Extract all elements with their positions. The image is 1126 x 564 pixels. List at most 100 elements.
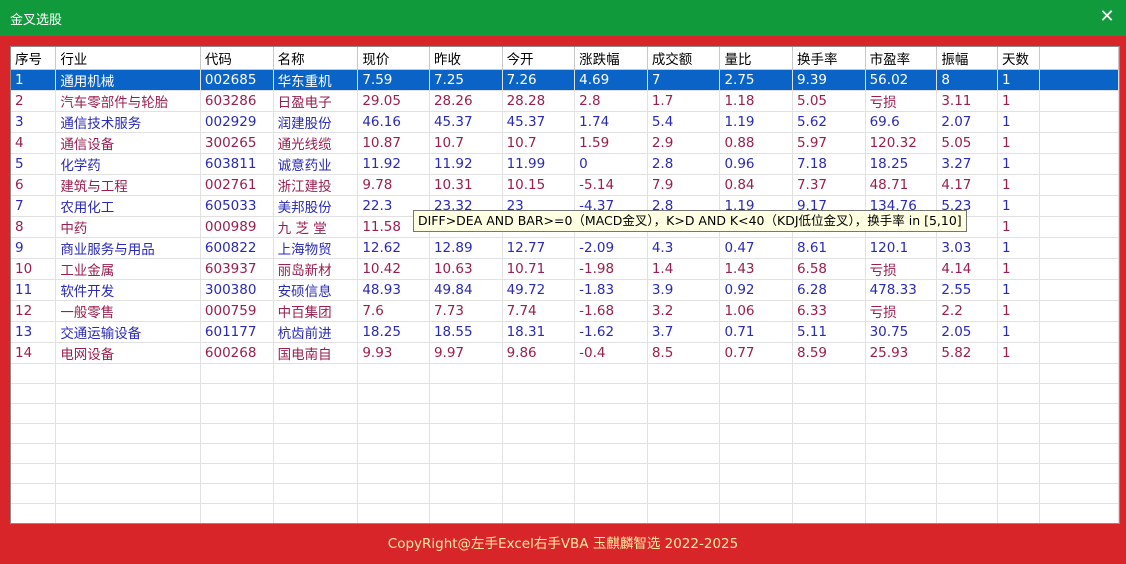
table-cell: -0.4: [574, 342, 648, 364]
table-cell: [719, 403, 793, 424]
table-cell: 2.75: [719, 69, 793, 91]
column-header[interactable]: 涨跌幅: [574, 47, 648, 70]
table-cell: [865, 383, 938, 404]
table-cell: [55, 363, 201, 384]
column-header[interactable]: 天数: [997, 47, 1040, 70]
table-row[interactable]: 10 工业金属 603937 丽岛新材 10.42 10.63 10.71 -1.98 1.4 1…: [11, 258, 1119, 280]
table-cell: [11, 443, 57, 464]
table-cell: 7: [647, 69, 721, 91]
table-cell: 48.93: [357, 279, 430, 301]
table-cell: [273, 503, 359, 523]
table-cell: [502, 503, 576, 523]
table-cell: 18.25: [357, 321, 430, 343]
table-cell: [997, 503, 1040, 523]
table-cell: 2.2: [936, 300, 998, 322]
column-header[interactable]: 换手率: [792, 47, 866, 70]
column-header[interactable]: 量比: [719, 47, 793, 70]
table-cell: 12.62: [357, 237, 430, 259]
table-cell: [200, 463, 274, 484]
column-header[interactable]: 昨收: [429, 47, 503, 70]
close-icon[interactable]: ✕: [1094, 4, 1120, 30]
table-row[interactable]: 12 一般零售 000759 中百集团 7.6 7.73 7.74 -1.68 3.2 1.06 6…: [11, 300, 1119, 322]
table-cell: [792, 363, 866, 384]
table-cell: [574, 383, 648, 404]
table-cell: [1039, 132, 1119, 154]
table-cell: [200, 443, 274, 464]
table-cell: 7.37: [792, 174, 866, 196]
column-header[interactable]: 现价: [357, 47, 430, 70]
table-cell: [1039, 503, 1119, 523]
table-cell: 002761: [200, 174, 274, 196]
table-row[interactable]: 2 汽车零部件与轮胎 603286 日盈电子 29.05 28.26 28.28 2.8 1.7…: [11, 90, 1119, 112]
table-cell: 1: [997, 342, 1040, 364]
table-cell: [792, 483, 866, 504]
column-header[interactable]: 今开: [502, 47, 576, 70]
table-cell: 7.59: [357, 69, 430, 91]
table-cell: 0.88: [719, 132, 793, 154]
table-cell: [273, 363, 359, 384]
column-header[interactable]: 序号: [11, 47, 57, 70]
table-cell: [997, 383, 1040, 404]
table-cell: [55, 483, 201, 504]
column-header[interactable]: 名称: [273, 47, 359, 70]
table-cell: 11.92: [429, 153, 503, 175]
column-header[interactable]: 振幅: [936, 47, 998, 70]
table-cell: 美邦股份: [273, 195, 359, 217]
table-cell: 4.3: [647, 237, 721, 259]
table-cell: [997, 403, 1040, 424]
table-cell: [55, 443, 201, 464]
table-cell: -1.98: [574, 258, 648, 280]
table-row[interactable]: 4 通信设备 300265 通光线缆 10.87 10.7 10.7 1.59 2.9 0.88 5…: [11, 132, 1119, 154]
empty-row: [11, 463, 1119, 484]
table-cell: [11, 423, 57, 444]
column-header[interactable]: 市盈率: [865, 47, 938, 70]
table-cell: 10.63: [429, 258, 503, 280]
table-cell: 600822: [200, 237, 274, 259]
window-title: 金叉选股: [10, 13, 63, 28]
table-cell: 10.7: [502, 132, 576, 154]
stock-grid[interactable]: 序号 行业 代码 名称 现价 昨收 今开 涨跌幅 成交额 量比 换手率 市盈率 振幅 天数 1 通用机械 00…: [10, 46, 1120, 524]
table-cell: [11, 483, 57, 504]
table-cell: [997, 483, 1040, 504]
table-cell: [429, 383, 503, 404]
table-row[interactable]: 13 交通运输设备 601177 杭齿前进 18.25 18.55 18.31 -1.62 3.…: [11, 321, 1119, 343]
table-cell: [357, 363, 430, 384]
table-cell: [647, 383, 721, 404]
table-cell: 28.26: [429, 90, 503, 112]
table-row[interactable]: 5 化学药 603811 诚意药业 11.92 11.92 11.99 0 2.8 0.96 7.1…: [11, 153, 1119, 175]
column-header[interactable]: 成交额: [647, 47, 721, 70]
column-header[interactable]: 代码: [200, 47, 274, 70]
table-row[interactable]: 6 建筑与工程 002761 浙江建投 9.78 10.31 10.15 -5.14 7.9 0.…: [11, 174, 1119, 196]
table-cell: 一般零售: [55, 300, 201, 322]
table-cell: 5.62: [792, 111, 866, 133]
table-cell: 中百集团: [273, 300, 359, 322]
table-cell: [574, 443, 648, 464]
table-cell: [11, 363, 57, 384]
table-cell: 通信技术服务: [55, 111, 201, 133]
table-cell: 杭齿前进: [273, 321, 359, 343]
table-cell: [502, 383, 576, 404]
table-cell: 7: [11, 195, 57, 217]
table-cell: 478.33: [865, 279, 938, 301]
column-header[interactable]: 行业: [55, 47, 201, 70]
table-cell: 10: [11, 258, 57, 280]
table-row[interactable]: 9 商业服务与用品 600822 上海物贸 12.62 12.89 12.77 -2.09 4.…: [11, 237, 1119, 259]
table-cell: 2.07: [936, 111, 998, 133]
table-cell: 49.72: [502, 279, 576, 301]
table-cell: 商业服务与用品: [55, 237, 201, 259]
table-cell: [273, 443, 359, 464]
table-row[interactable]: 1 通用机械 002685 华东重机 7.59 7.25 7.26 4.69 7 2.75 9.39…: [11, 69, 1119, 91]
table-row[interactable]: 3 通信技术服务 002929 润建股份 46.16 45.37 45.37 1.74 5.4 1…: [11, 111, 1119, 133]
table-cell: 603811: [200, 153, 274, 175]
table-cell: 国电南自: [273, 342, 359, 364]
table-cell: [1039, 423, 1119, 444]
table-cell: -1.68: [574, 300, 648, 322]
table-cell: 9.78: [357, 174, 430, 196]
table-cell: 7.26: [502, 69, 576, 91]
table-row[interactable]: 14 电网设备 600268 国电南自 9.93 9.97 9.86 -0.4 8.5 0.77 8…: [11, 342, 1119, 364]
table-cell: [865, 403, 938, 424]
table-cell: 1: [997, 237, 1040, 259]
table-row[interactable]: 11 软件开发 300380 安硕信息 48.93 49.84 49.72 -1.83 3.9 0…: [11, 279, 1119, 301]
table-cell: [1039, 90, 1119, 112]
table-cell: [200, 483, 274, 504]
